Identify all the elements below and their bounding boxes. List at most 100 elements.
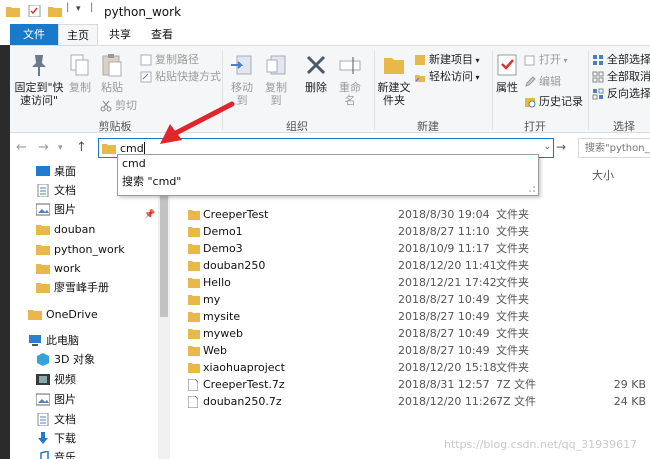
file-type: 文件夹 (496, 310, 529, 323)
go-arrow-icon[interactable]: → (556, 140, 566, 154)
open-icon (524, 55, 535, 66)
folder-icon (36, 264, 50, 274)
file-date: 2018/12/20 11:41 (398, 259, 497, 272)
file-row[interactable]: douban250.7z 2018/12/20 11:26 7Z 文件 24 KB (170, 393, 650, 410)
file-type: 文件夹 (496, 208, 529, 221)
resize-grip-icon[interactable] (528, 185, 536, 193)
pin-quick-access-button[interactable]: 固定到"快速访问" (14, 52, 64, 107)
new-folder-icon[interactable] (48, 5, 62, 17)
new-folder-big-icon (384, 58, 404, 74)
folder-icon (188, 346, 200, 356)
file-date: 2018/12/20 11:26 (398, 395, 497, 408)
properties-icon[interactable] (28, 5, 42, 17)
video-icon (36, 374, 50, 385)
address-suggestions: cmd 搜索 "cmd" (117, 154, 539, 196)
select-none-label: 全部取消 (607, 70, 650, 83)
paste-shortcut-button[interactable]: 粘贴快捷方式 (140, 69, 221, 84)
title-separator: | (90, 2, 94, 13)
recent-locations-icon[interactable]: ▾ (58, 143, 63, 153)
forward-arrow-icon[interactable]: → (38, 140, 49, 155)
tab-view[interactable]: 查看 (142, 24, 182, 45)
file-row[interactable]: mysite 2018/8/27 10:49 文件夹 (170, 308, 650, 325)
tab-home[interactable]: 主页 (58, 24, 98, 45)
copy-button[interactable]: 复制 (66, 52, 94, 94)
address-dropdown-icon[interactable]: ⌄ (543, 142, 551, 152)
new-item-label: 新建项目 (429, 53, 473, 66)
delete-button[interactable]: 删除 (302, 52, 330, 94)
search-box[interactable] (578, 138, 650, 158)
file-row[interactable]: CreeperTest.7z 2018/8/31 12:57 7Z 文件 29 KB (170, 376, 650, 393)
copy-path-icon (140, 54, 152, 66)
file-row[interactable]: Web 2018/8/27 10:49 文件夹 (170, 342, 650, 359)
column-header-size[interactable]: 大小 (592, 167, 614, 183)
rename-icon (339, 57, 361, 74)
history-button[interactable]: 历史记录 (524, 94, 583, 109)
rename-button[interactable]: 重命名 (334, 52, 366, 107)
folder-icon (188, 210, 200, 220)
file-type: 文件夹 (496, 225, 529, 238)
file-list: 大小 CreeperTest 2018/8/30 19:04 文件夹 Demo1 201… (170, 161, 650, 459)
up-arrow-icon[interactable]: ↑ (76, 140, 87, 155)
file-name: xiaohuaproject (203, 361, 285, 374)
tab-share[interactable]: 共享 (100, 24, 140, 45)
qat-dropdown-icon[interactable]: ▾ (76, 4, 81, 14)
edit-button[interactable]: 编辑 (524, 74, 561, 89)
file-row[interactable]: Demo3 2018/10/9 11:17 文件夹 (170, 240, 650, 257)
file-row[interactable]: CreeperTest 2018/8/30 19:04 文件夹 (170, 206, 650, 223)
new-folder-button[interactable]: 新建文件夹 (376, 52, 412, 107)
suggestion-item[interactable]: cmd (122, 157, 146, 170)
copy-to-button[interactable]: 复制到 (260, 52, 292, 107)
clipboard-group-label: 剪贴板 (98, 120, 132, 133)
new-item-icon (415, 55, 425, 65)
explorer-window: | ▾ | python_work 文件 主页 共享 查看 固定到"快速访问" … (0, 0, 650, 459)
title-bar: | ▾ | python_work (0, 0, 650, 24)
tab-file[interactable]: 文件 (10, 24, 58, 45)
move-to-button[interactable]: 移动到 (226, 52, 258, 107)
file-row[interactable]: Hello 2018/12/21 17:42 文件夹 (170, 274, 650, 291)
nav-pane-scrollbar[interactable] (158, 161, 170, 459)
folder-icon (188, 363, 200, 373)
open-group-label: 打开 (524, 120, 546, 133)
file-row[interactable]: douban250 2018/12/20 11:41 文件夹 (170, 257, 650, 274)
file-row[interactable]: Demo1 2018/8/27 11:10 文件夹 (170, 223, 650, 240)
copy-path-button[interactable]: 复制路径 (140, 52, 199, 67)
invert-selection-button[interactable]: 反向选择 (592, 86, 650, 101)
file-row[interactable]: xiaohuaproject 2018/12/20 15:18 文件夹 (170, 359, 650, 376)
group-divider (492, 50, 493, 130)
cut-button[interactable]: 剪切 (100, 98, 137, 113)
folder-icon (188, 312, 200, 322)
open-button[interactable]: 打开 ▾ (524, 52, 568, 67)
edit-label: 编辑 (539, 75, 561, 88)
download-arrow-icon (38, 432, 48, 444)
red-annotation-arrow (160, 101, 235, 144)
file-date: 2018/12/20 15:18 (398, 361, 497, 374)
pin-quick-access-label: 固定到"快速访问" (14, 81, 64, 107)
new-item-button[interactable]: 新建项目 ▾ (414, 52, 480, 67)
file-row[interactable]: my 2018/8/27 10:49 文件夹 (170, 291, 650, 308)
file-name: CreeperTest.7z (203, 378, 285, 391)
suggestion-search-item[interactable]: 搜索 "cmd" (122, 173, 181, 189)
file-row[interactable]: myweb 2018/8/27 10:49 文件夹 (170, 325, 650, 342)
select-all-button[interactable]: 全部选择 (592, 52, 650, 67)
file-date: 2018/12/21 17:42 (398, 276, 497, 289)
file-date: 2018/8/27 10:49 (398, 310, 490, 323)
back-arrow-icon[interactable]: ← (16, 140, 27, 155)
easy-access-button[interactable]: 轻松访问 ▾ (414, 69, 480, 84)
history-icon (525, 98, 536, 108)
paste-icon (102, 54, 122, 77)
properties-button[interactable]: 属性 (494, 52, 520, 94)
paste-shortcut-icon (140, 71, 152, 83)
desktop-icon (36, 166, 50, 176)
file-icon (188, 396, 198, 408)
pictures-icon (36, 203, 50, 216)
paste-button[interactable]: 粘贴 (98, 52, 126, 94)
file-name: my (203, 293, 221, 306)
properties-label: 属性 (496, 81, 518, 94)
select-none-button[interactable]: 全部取消 (592, 69, 650, 84)
paste-shortcut-label: 粘贴快捷方式 (155, 70, 221, 83)
file-icon (188, 379, 198, 391)
edit-icon (525, 76, 536, 87)
easy-access-icon (415, 75, 425, 82)
search-input[interactable] (579, 139, 650, 157)
folder-icon (6, 7, 20, 17)
